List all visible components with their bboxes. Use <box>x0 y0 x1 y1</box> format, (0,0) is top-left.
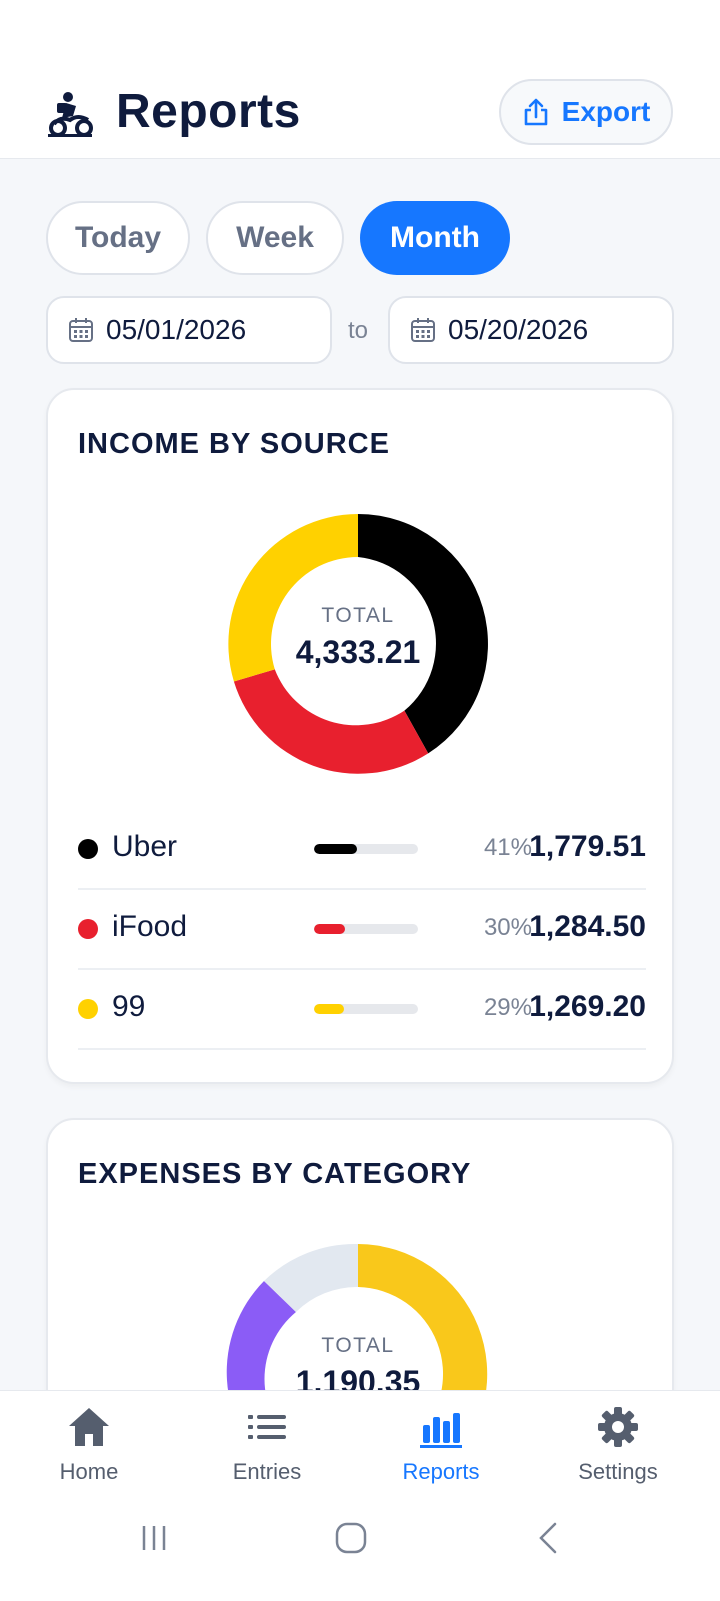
page-title: Reports <box>116 85 301 138</box>
legend-amount: 1,779.51 <box>529 830 646 863</box>
legend-source-name: Uber <box>112 830 178 863</box>
calendar-icon <box>411 318 435 342</box>
nav-reports[interactable]: Reports <box>366 1405 516 1495</box>
donut-total-value: 4,333.21 <box>295 634 421 670</box>
date-from-field[interactable]: 05/01/2026 <box>46 296 332 364</box>
system-navigation-bar <box>0 1501 720 1601</box>
legend-percent: 41% <box>483 834 532 861</box>
donut-total-label: TOTAL <box>321 1334 395 1357</box>
app-header: Reports Export <box>0 0 720 159</box>
tab-week[interactable]: Week <box>206 201 344 275</box>
legend-dot <box>78 839 98 859</box>
date-from-value: 05/01/2026 <box>106 314 247 345</box>
list-icon <box>248 1415 286 1439</box>
donut-total-label: TOTAL <box>321 604 395 627</box>
date-separator: to <box>348 317 369 344</box>
date-to-field[interactable]: 05/20/2026 <box>388 296 674 364</box>
legend-source-name: 99 <box>112 990 146 1023</box>
card-title: INCOME BY SOURCE <box>78 428 390 460</box>
export-button[interactable]: Export <box>499 79 673 145</box>
share-export-icon <box>524 98 547 126</box>
nav-entries[interactable]: Entries <box>192 1405 342 1495</box>
legend-source-name: iFood <box>112 910 188 943</box>
legend-amount: 1,284.50 <box>529 910 646 943</box>
card-title: EXPENSES BY CATEGORY <box>78 1158 472 1190</box>
legend-row-99[interactable]: 99 29% 1,269.20 <box>78 968 646 1050</box>
bar-chart-icon <box>420 1413 462 1448</box>
home-circle-icon[interactable] <box>334 1521 368 1555</box>
export-label: Export <box>561 96 651 127</box>
donut-segment-ifood <box>233 669 429 774</box>
nav-home[interactable]: Home <box>14 1405 164 1495</box>
nav-label: Reports <box>402 1459 480 1484</box>
legend-amount: 1,269.20 <box>529 990 646 1023</box>
legend-dot <box>78 919 98 939</box>
motorcycle-courier-icon <box>48 92 93 137</box>
income-by-source-card: INCOME BY SOURCE TOTAL 4,333.21 Uber 41%… <box>46 388 674 1084</box>
legend-percent: 29% <box>483 994 532 1021</box>
nav-label: Home <box>59 1459 119 1484</box>
nav-settings[interactable]: Settings <box>543 1405 693 1495</box>
nav-label: Entries <box>232 1459 302 1484</box>
legend-share-bar <box>314 844 418 854</box>
gear-icon <box>598 1407 638 1447</box>
legend-dot <box>78 999 98 1019</box>
legend-row-ifood[interactable]: iFood 30% 1,284.50 <box>78 888 646 970</box>
tab-month[interactable]: Month <box>360 201 510 275</box>
home-icon <box>69 1408 109 1446</box>
nav-label: Settings <box>578 1459 658 1484</box>
bottom-navigation: Home Entries Reports Settings <box>0 1390 720 1601</box>
tab-today[interactable]: Today <box>46 201 190 275</box>
recent-apps-icon[interactable] <box>140 1523 170 1553</box>
legend-share-bar <box>314 1004 418 1014</box>
legend-percent: 30% <box>483 914 532 941</box>
legend-row-uber[interactable]: Uber 41% 1,779.51 <box>78 808 646 890</box>
calendar-icon <box>69 318 93 342</box>
back-icon[interactable] <box>536 1521 560 1555</box>
income-donut-chart: TOTAL 4,333.21 <box>226 512 490 776</box>
legend-share-bar <box>314 924 418 934</box>
date-to-value: 05/20/2026 <box>448 314 589 345</box>
